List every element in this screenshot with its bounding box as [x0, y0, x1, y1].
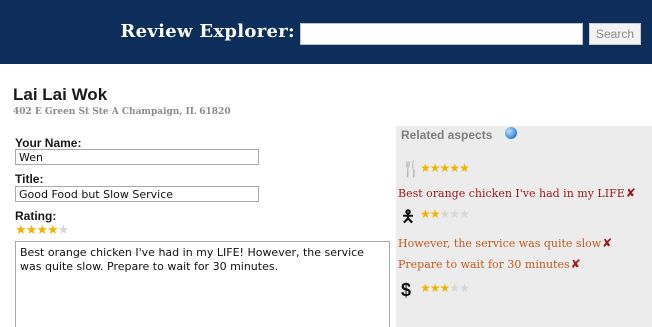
star-filled-icon[interactable]: ★ [36, 222, 48, 238]
price-rating-stars: ★★★★★ [420, 281, 470, 295]
star-filled-icon: ★ [429, 161, 441, 175]
star-empty-icon[interactable]: ★ [58, 222, 70, 238]
star-empty-icon: ★ [449, 207, 460, 221]
star-empty-icon: ★ [449, 281, 460, 295]
star-filled-icon[interactable]: ★ [47, 222, 59, 238]
star-empty-icon: ★ [459, 207, 470, 221]
star-empty-icon: ★ [439, 207, 451, 221]
star-filled-icon[interactable]: ★ [26, 222, 38, 238]
star-filled-icon: ★ [449, 161, 460, 175]
waiter-icon: 🯅 [401, 209, 416, 226]
star-filled-icon: ★ [420, 161, 431, 175]
business-address: 402 E Green St Ste A Champaign, IL 61820 [13, 107, 231, 117]
globe-icon[interactable] [505, 127, 517, 139]
business-name: Lai Lai Wok [13, 85, 108, 104]
header-bar: Review Explorer: Search [0, 0, 652, 64]
star-filled-icon: ★ [429, 207, 441, 221]
remove-snippet-icon[interactable]: ✘ [571, 257, 581, 271]
dollar-icon: $ [401, 280, 412, 300]
name-label: Your Name: [15, 136, 82, 150]
rating-stars[interactable]: ★★★★★ [15, 222, 70, 238]
food-rating-stars: ★★★★★ [420, 161, 470, 175]
star-filled-icon: ★ [459, 161, 470, 175]
search-button[interactable]: Search [589, 23, 641, 45]
review-text-area[interactable]: Best orange chicken I've had in my LIFE!… [15, 241, 390, 327]
remove-snippet-icon[interactable]: ✘ [602, 236, 612, 250]
aspect-snippet: However, the service was quite slow✘ [398, 236, 613, 250]
service-rating-stars: ★★★★★ [420, 207, 470, 221]
star-filled-icon: ★ [439, 161, 451, 175]
title-label: Title: [15, 172, 44, 186]
rating-label: Rating: [15, 209, 57, 223]
remove-snippet-icon[interactable]: ✘ [626, 186, 636, 200]
star-filled-icon: ★ [439, 281, 451, 295]
name-field[interactable] [15, 149, 259, 165]
app-title: Review Explorer: [120, 21, 295, 42]
aspect-snippet: Best orange chicken I've had in my LIFE✘ [398, 186, 636, 200]
related-aspects-panel [396, 126, 652, 327]
aspect-snippet: Prepare to wait for 30 minutes✘ [398, 257, 581, 271]
related-aspects-title: Related aspects [401, 128, 493, 142]
star-empty-icon: ★ [459, 281, 470, 295]
star-filled-icon: ★ [429, 281, 441, 295]
search-input[interactable] [300, 23, 583, 45]
title-field[interactable] [15, 186, 259, 202]
fork-knife-icon: 🍴 [401, 161, 421, 178]
star-filled-icon[interactable]: ★ [15, 222, 27, 238]
star-filled-icon: ★ [420, 281, 431, 295]
star-filled-icon: ★ [420, 207, 431, 221]
